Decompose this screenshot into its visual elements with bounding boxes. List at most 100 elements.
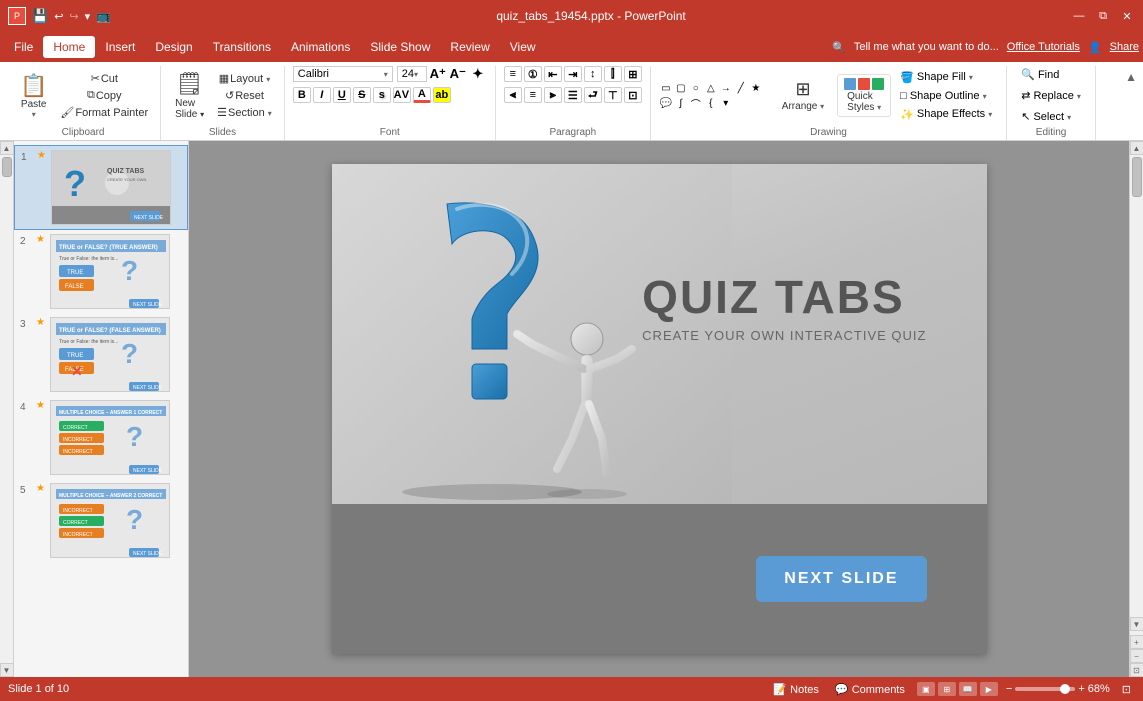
minimize-button[interactable]: — — [1071, 8, 1087, 24]
strikethrough-button[interactable]: S — [353, 87, 371, 103]
zoom-minus[interactable]: − — [1006, 683, 1012, 695]
numbering-button[interactable]: ① — [524, 66, 542, 82]
highlight-button[interactable]: ab — [433, 87, 451, 103]
align-text-button[interactable]: ⊤ — [604, 87, 622, 103]
notes-button[interactable]: 📝 Notes — [769, 683, 823, 696]
decrease-indent-button[interactable]: ⇤ — [544, 66, 562, 82]
slide-thumb-4[interactable]: 4 ★ MULTIPLE CHOICE – ANSWER 1 CORRECT C… — [14, 396, 188, 479]
layout-button[interactable]: ▦ Layout ▾ — [213, 71, 276, 87]
section-button[interactable]: ☰ Section ▾ — [213, 105, 276, 121]
align-right-button[interactable]: ⫸ — [544, 87, 562, 103]
increase-indent-button[interactable]: ⇥ — [564, 66, 582, 82]
menu-home[interactable]: Home — [43, 36, 95, 58]
tell-me-search[interactable]: Tell me what you want to do... — [854, 41, 999, 53]
comments-button[interactable]: 💬 Comments — [831, 683, 909, 696]
redo-icon[interactable]: ↪ — [69, 10, 78, 23]
cut-button[interactable]: ✂ Cut — [56, 71, 152, 87]
shape-outline-button[interactable]: □ Shape Outline ▾ — [894, 88, 998, 104]
slide-thumb-3[interactable]: 3 ★ TRUE or FALSE? (FALSE ANSWER) True o… — [14, 313, 188, 396]
format-painter-button[interactable]: 🖌 Format Painter — [56, 105, 152, 121]
menu-review[interactable]: Review — [440, 36, 499, 58]
close-button[interactable]: ✕ — [1119, 8, 1135, 24]
font-size-dropdown[interactable]: ▾ — [414, 70, 418, 79]
next-slide-button[interactable]: NEXT SLIDE — [756, 556, 926, 602]
share-button[interactable]: Share — [1110, 41, 1139, 53]
slideshow-button[interactable]: ▶ — [980, 682, 998, 696]
line-spacing-button[interactable]: ↕ — [584, 66, 602, 82]
brace-shape[interactable]: { — [704, 96, 718, 110]
shape-effects-button[interactable]: ✨ Shape Effects ▾ — [894, 106, 998, 123]
right-arrow-shape[interactable]: → — [719, 81, 733, 95]
font-name-selector[interactable]: Calibri ▾ — [293, 66, 393, 82]
more-shapes[interactable]: ▾ — [719, 96, 733, 110]
star-shape[interactable]: ★ — [749, 81, 763, 95]
decrease-font-button[interactable]: A⁻ — [449, 66, 467, 82]
canvas-scroll-up[interactable]: ▲ — [1130, 141, 1143, 155]
paste-dropdown[interactable]: ▾ — [32, 110, 36, 119]
columns-button[interactable]: ⫿ — [604, 66, 622, 82]
canvas-scroll-thumb[interactable] — [1132, 157, 1142, 197]
office-tutorials-link[interactable]: Office Tutorials — [1007, 41, 1080, 53]
font-size-selector[interactable]: 24 ▾ — [397, 66, 427, 82]
rect-shape[interactable]: ▭ — [659, 81, 673, 95]
quick-styles-button[interactable]: QuickStyles ▾ — [837, 74, 891, 117]
font-color-button[interactable]: A — [413, 87, 431, 103]
restore-button[interactable]: ⧉ — [1095, 8, 1111, 24]
collapse-icon[interactable]: ▲ — [1125, 70, 1137, 84]
shape-fill-button[interactable]: 🪣 Shape Fill ▾ — [894, 69, 998, 86]
normal-view-button[interactable]: ▣ — [917, 682, 935, 696]
fit-slide-button[interactable]: ⊡ — [1130, 663, 1143, 677]
increase-font-button[interactable]: A⁺ — [429, 66, 447, 82]
curve-shape[interactable]: ∫ — [674, 96, 688, 110]
new-slide-button[interactable]: 🗒 NewSlide ▾ — [169, 68, 210, 123]
find-button[interactable]: 🔍 Find — [1015, 66, 1065, 83]
ribbon-collapse[interactable]: ▲ — [1125, 66, 1137, 140]
font-name-dropdown[interactable]: ▾ — [384, 70, 388, 79]
undo-icon[interactable]: ↩ — [54, 10, 63, 23]
menu-animations[interactable]: Animations — [281, 36, 360, 58]
save-icon[interactable]: 💾 — [32, 8, 48, 24]
menu-slideshow[interactable]: Slide Show — [360, 36, 440, 58]
select-button[interactable]: ↖ Select ▾ — [1015, 108, 1077, 125]
smartart-button[interactable]: ⊞ — [624, 66, 642, 82]
bold-button[interactable]: B — [293, 87, 311, 103]
fit-window-button[interactable]: ⊡ — [1118, 683, 1135, 696]
canvas-zoom-out[interactable]: − — [1130, 649, 1143, 663]
menu-file[interactable]: File — [4, 36, 43, 58]
zoom-slider[interactable] — [1015, 687, 1075, 691]
slide-sorter-button[interactable]: ⊞ — [938, 682, 956, 696]
arrange-button[interactable]: ⊞ Arrange ▾ — [776, 76, 830, 115]
clear-format-button[interactable]: ✦ — [469, 66, 487, 82]
shadow-button[interactable]: s — [373, 87, 391, 103]
reset-button[interactable]: ↺ Reset — [213, 88, 276, 104]
zoom-plus[interactable]: + — [1078, 683, 1084, 695]
arc-shape[interactable]: ⌒ — [689, 96, 703, 110]
replace-button[interactable]: ⇄ Replace ▾ — [1015, 87, 1087, 104]
convert-smartart-button[interactable]: ⊡ — [624, 87, 642, 103]
paste-button[interactable]: 📋 Paste ▾ — [14, 71, 53, 121]
copy-button[interactable]: ⧉ Copy — [56, 88, 152, 104]
rounded-rect-shape[interactable]: ▢ — [674, 81, 688, 95]
italic-button[interactable]: I — [313, 87, 331, 103]
oval-shape[interactable]: ○ — [689, 81, 703, 95]
slide-thumb-2[interactable]: 2 ★ TRUE or FALSE? (TRUE ANSWER) True or… — [14, 230, 188, 313]
canvas-scroll-down[interactable]: ▼ — [1130, 617, 1143, 631]
panel-scroll-up[interactable]: ▲ — [0, 141, 14, 155]
monitor-icon[interactable]: 📺 — [96, 9, 111, 23]
triangle-shape[interactable]: △ — [704, 81, 718, 95]
slide-thumb-1[interactable]: 1 ★ ? QUIZ TABS CREATE YOUR OWN NEXT SL — [14, 145, 188, 230]
text-direction-button[interactable]: ⮐ — [584, 87, 602, 103]
callout-shape[interactable]: 💬 — [659, 96, 673, 110]
align-left-button[interactable]: ⫷ — [504, 87, 522, 103]
slide-thumb-5[interactable]: 5 ★ MULTIPLE CHOICE – ANSWER 2 CORRECT I… — [14, 479, 188, 562]
panel-scroll-thumb[interactable] — [2, 157, 12, 177]
menu-view[interactable]: View — [500, 36, 546, 58]
menu-transitions[interactable]: Transitions — [203, 36, 281, 58]
justify-button[interactable]: ☰ — [564, 87, 582, 103]
bullets-button[interactable]: ≡ — [504, 66, 522, 82]
align-center-button[interactable]: ≡ — [524, 87, 542, 103]
customize-icon[interactable]: ▾ — [85, 10, 91, 23]
char-spacing-button[interactable]: AV — [393, 87, 411, 103]
menu-insert[interactable]: Insert — [95, 36, 145, 58]
line-shape[interactable]: ╱ — [734, 81, 748, 95]
